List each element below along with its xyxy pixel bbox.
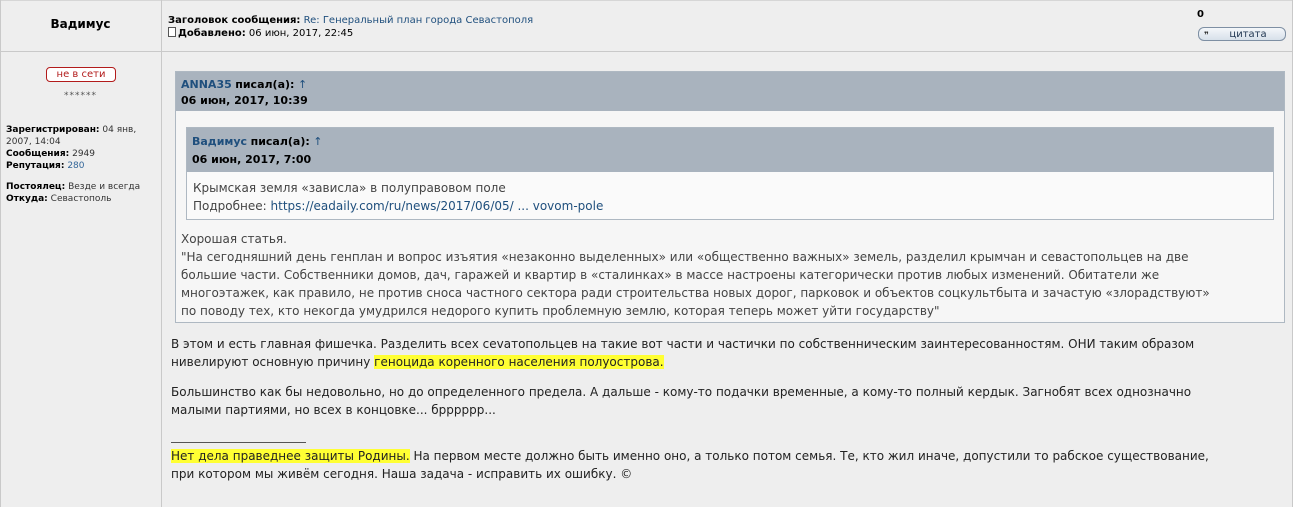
quote-inner-wrote: писал(а): [250, 135, 310, 148]
member-value: Везде и всегда [68, 182, 141, 192]
quote-inner-body: Крымская земля «зависла» в полуправовом … [187, 172, 1273, 215]
quote-button[interactable]: ❞ цитата [1198, 27, 1286, 41]
quote-button-label: цитата [1229, 29, 1267, 40]
quote-inner-text: Крымская земля «зависла» в полуправовом … [193, 181, 506, 195]
quote-outer-line: "На сегодняшний день генплан и вопрос из… [181, 250, 1189, 264]
member-row: Постоялец: Везде и всегда [6, 181, 158, 193]
forum-post: Вадимус Заголовок сообщения: Re: Генерал… [0, 0, 1293, 507]
up-arrow-icon[interactable]: ↑ [298, 78, 307, 91]
reputation-row: Репутация: 280 [6, 160, 158, 172]
quote-outer-line: по поводу тех, кто некогда умудрился нед… [181, 304, 940, 318]
more-label: Подробнее: [193, 199, 267, 213]
from-row: Откуда: Севастополь [6, 193, 158, 205]
post-line: малыми партиями, но всех в концовке... б… [171, 403, 496, 417]
quote-outer-header: ANNA35 писал(а): ↑ 06 июн, 2017, 10:39 [176, 72, 1284, 111]
post-document-icon[interactable] [168, 27, 176, 37]
signature-divider [171, 442, 306, 443]
signature: Нет дела праведнее защиты Родины. На пер… [171, 447, 1281, 483]
reputation-label: Репутация: [6, 161, 65, 171]
subject-label: Заголовок сообщения: [168, 15, 301, 26]
quote-inner-author[interactable]: Вадимус [192, 135, 247, 148]
posts-value: 2949 [72, 149, 95, 159]
offline-status-badge: не в сети [46, 67, 116, 82]
added-label: Добавлено: [178, 28, 246, 39]
from-label: Откуда: [6, 194, 48, 204]
signature-line: при котором мы живём сегодня. Наша задач… [171, 467, 633, 481]
quote-outer-author[interactable]: ANNA35 [181, 78, 232, 91]
header-divider [0, 51, 1293, 52]
posts-label: Сообщения: [6, 149, 70, 159]
border-left [0, 0, 1, 507]
post-line: Большинство как бы недовольно, но до опр… [171, 385, 1192, 399]
highlighted-text: геноцида коренного населения полуострова… [374, 355, 664, 369]
reputation-value[interactable]: 280 [67, 161, 84, 171]
post-paragraph-2: Большинство как бы недовольно, но до опр… [171, 383, 1281, 419]
quote-inner-header: Вадимус писал(а): ↑ 06 июн, 2017, 7:00 [187, 128, 1273, 172]
rank-stars: ****** [64, 91, 97, 101]
quote-outer-line: многоэтажек, как правило, не против снос… [181, 286, 1210, 300]
signature-text: На первом месте должно быть именно оно, … [409, 449, 1209, 463]
signature-line: Нет дела праведнее защиты Родины. На пер… [171, 447, 1281, 465]
quote-inner-date: 06 июн, 2017, 7:00 [192, 153, 312, 166]
post-header: Заголовок сообщения: Re: Генеральный пла… [168, 15, 533, 40]
author-profile: Зарегистрирован: 04 янв, 2007, 14:04 Соо… [6, 124, 158, 205]
posts-row: Сообщения: 2949 [6, 148, 158, 160]
post-line: нивелируют основную причину геноцида кор… [171, 353, 1281, 371]
post-paragraph-1: В этом и есть главная фишечка. Разделить… [171, 335, 1281, 371]
quote-outer-line: большие части. Собственники домов, дач, … [181, 268, 1160, 282]
quote-outer-body: Хорошая статья. "На сегодняшний день ген… [181, 230, 1281, 320]
quote-outer-wrote: писал(а): [235, 78, 295, 91]
quote-block-inner: Вадимус писал(а): ↑ 06 июн, 2017, 7:00 К… [186, 127, 1274, 220]
quote-inner-more: Подробнее: https://eadaily.com/ru/news/2… [193, 197, 1273, 215]
registered-label: Зарегистрирован: [6, 125, 100, 135]
added-row: Добавлено: 06 июн, 2017, 22:45 [168, 27, 533, 40]
up-arrow-icon[interactable]: ↑ [313, 135, 322, 148]
registered-row: Зарегистрирован: 04 янв, 2007, 14:04 [6, 124, 158, 148]
post-count: 0 [1197, 9, 1204, 20]
quote-outer-line: Хорошая статья. [181, 232, 287, 246]
article-link[interactable]: https://eadaily.com/ru/news/2017/06/05/ … [271, 199, 604, 213]
added-date: 06 июн, 2017, 22:45 [248, 28, 354, 39]
post-line: В этом и есть главная фишечка. Разделить… [171, 337, 1195, 351]
quote-outer-date: 06 июн, 2017, 10:39 [181, 94, 308, 107]
highlighted-text: Нет дела праведнее защиты Родины. [171, 449, 410, 463]
author-name[interactable]: Вадимус [0, 17, 161, 31]
member-label: Постоялец: [6, 182, 66, 192]
subject-link[interactable]: Re: Генеральный план города Севастополя [304, 15, 534, 26]
from-value: Севастополь [50, 194, 112, 204]
post-text: нивелируют основную причину [171, 355, 375, 369]
column-divider [161, 0, 162, 507]
speech-bubble-icon: ❞ [1204, 31, 1209, 41]
subject-row: Заголовок сообщения: Re: Генеральный пла… [168, 15, 533, 27]
